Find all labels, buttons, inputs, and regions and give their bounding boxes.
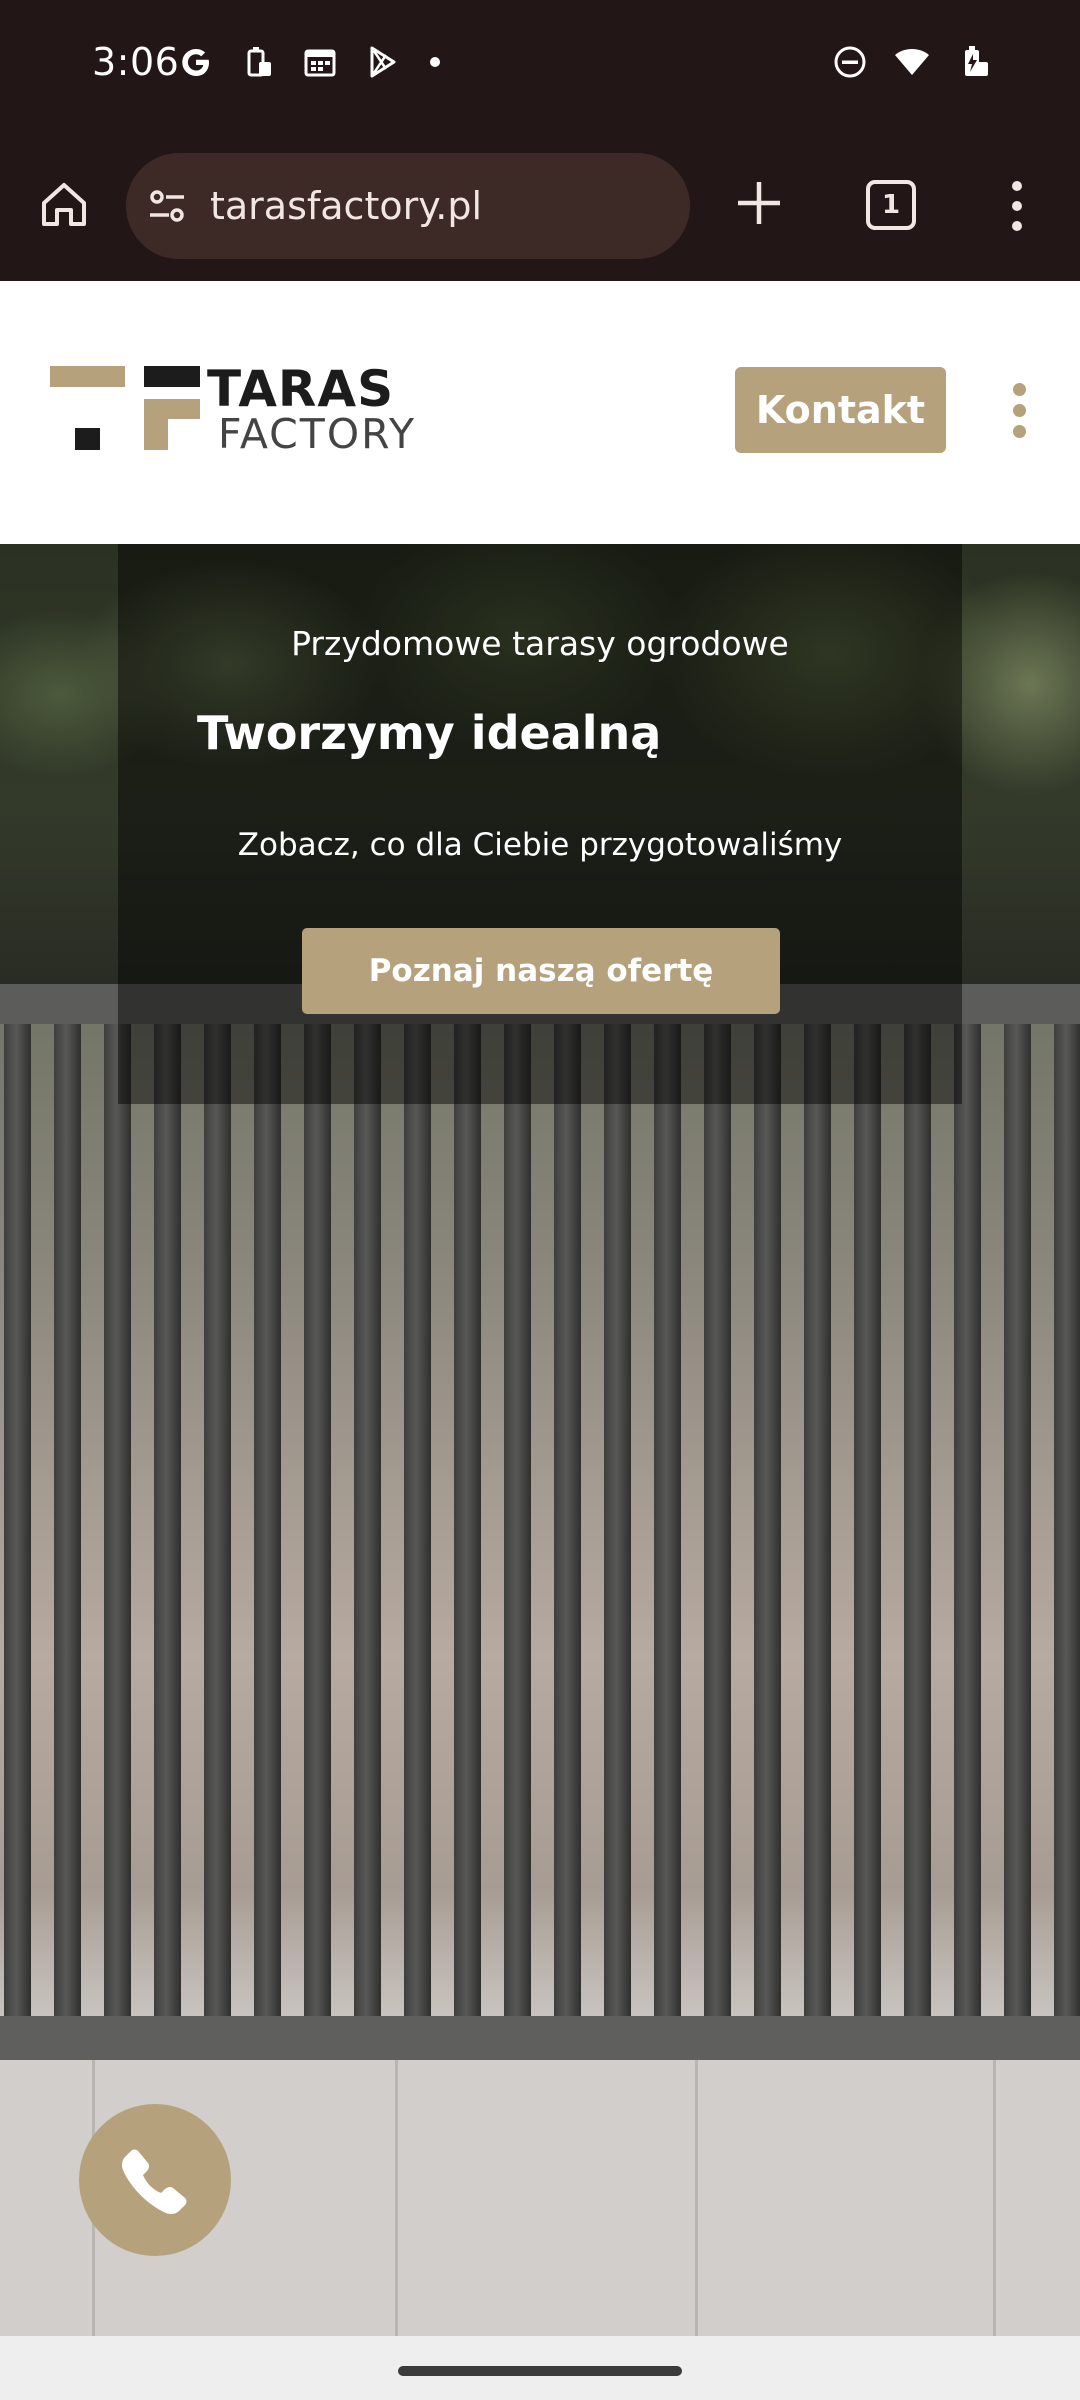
fence-slat: [404, 1024, 431, 2016]
fence-slat: [104, 1024, 131, 2016]
taras-factory-logo[interactable]: TARAS FACTORY: [50, 360, 414, 466]
fence-slat: [854, 1024, 881, 2016]
do-not-disturb-icon: [834, 46, 866, 78]
fence-slat: [704, 1024, 731, 2016]
paving-joint: [993, 2060, 996, 2336]
fence-slat: [304, 1024, 331, 2016]
hero-section: Przydomowe tarasy ogrodowe Tworzymy idea…: [0, 544, 1080, 2336]
hero-description: Zobacz, co dla Ciebie przygotowaliśmy: [237, 827, 843, 863]
notification-dot: [430, 57, 440, 67]
battery-saver-icon: [247, 47, 271, 77]
calendar-icon: [304, 49, 336, 77]
phone-icon: [121, 2149, 187, 2215]
fence-slat: [454, 1024, 481, 2016]
hero-background-fence: [0, 1024, 1080, 2016]
status-bar: 3:06: [0, 0, 1080, 140]
fence-slat: [254, 1024, 281, 2016]
wifi-icon: [895, 49, 929, 75]
new-tab-icon[interactable]: [732, 176, 786, 230]
paving-joint: [395, 2060, 398, 2336]
site-menu-icon[interactable]: [1008, 383, 1030, 439]
fence-slat: [554, 1024, 581, 2016]
see-offer-button[interactable]: Poznaj naszą ofertę: [302, 928, 780, 1014]
logo-mark-icon: [50, 366, 200, 450]
site-header: TARAS FACTORY Kontakt: [0, 281, 1080, 544]
paving-joint: [695, 2060, 698, 2336]
address-bar[interactable]: tarasfactory.pl: [126, 153, 690, 259]
fence-slat: [1054, 1024, 1080, 2016]
home-icon[interactable]: [36, 176, 92, 232]
fence-slat: [154, 1024, 181, 2016]
fence-slat: [654, 1024, 681, 2016]
logo-text-factory: FACTORY: [218, 410, 416, 458]
fence-slat: [904, 1024, 931, 2016]
fence-slat: [604, 1024, 631, 2016]
hero-background-bottom-rail: [0, 2016, 1080, 2060]
call-button[interactable]: [79, 2104, 231, 2256]
fence-slat: [754, 1024, 781, 2016]
battery-charging-icon: [965, 46, 988, 76]
browser-toolbar: tarasfactory.pl 1: [0, 140, 1080, 421]
site-settings-icon[interactable]: [146, 184, 190, 228]
play-store-icon: [370, 46, 396, 78]
fence-slat: [954, 1024, 981, 2016]
contact-button[interactable]: Kontakt: [735, 367, 946, 453]
fence-slat: [54, 1024, 81, 2016]
fence-slat: [1004, 1024, 1031, 2016]
status-system-icons: [832, 44, 992, 80]
tab-switcher-button[interactable]: 1: [866, 180, 916, 230]
status-notification-icons: [178, 44, 440, 80]
fence-slat: [354, 1024, 381, 2016]
fence-slat: [4, 1024, 31, 2016]
gesture-handle[interactable]: [398, 2366, 682, 2376]
fence-slat: [804, 1024, 831, 2016]
hero-subtitle: Przydomowe tarasy ogrodowe: [291, 624, 789, 663]
url-text: tarasfactory.pl: [210, 184, 483, 228]
status-time: 3:06: [92, 40, 180, 84]
fence-slat: [204, 1024, 231, 2016]
google-icon: [182, 49, 209, 76]
fence-slat: [504, 1024, 531, 2016]
hero-title: Tworzymy idealną: [197, 706, 662, 760]
browser-menu-icon[interactable]: [1000, 176, 1034, 236]
